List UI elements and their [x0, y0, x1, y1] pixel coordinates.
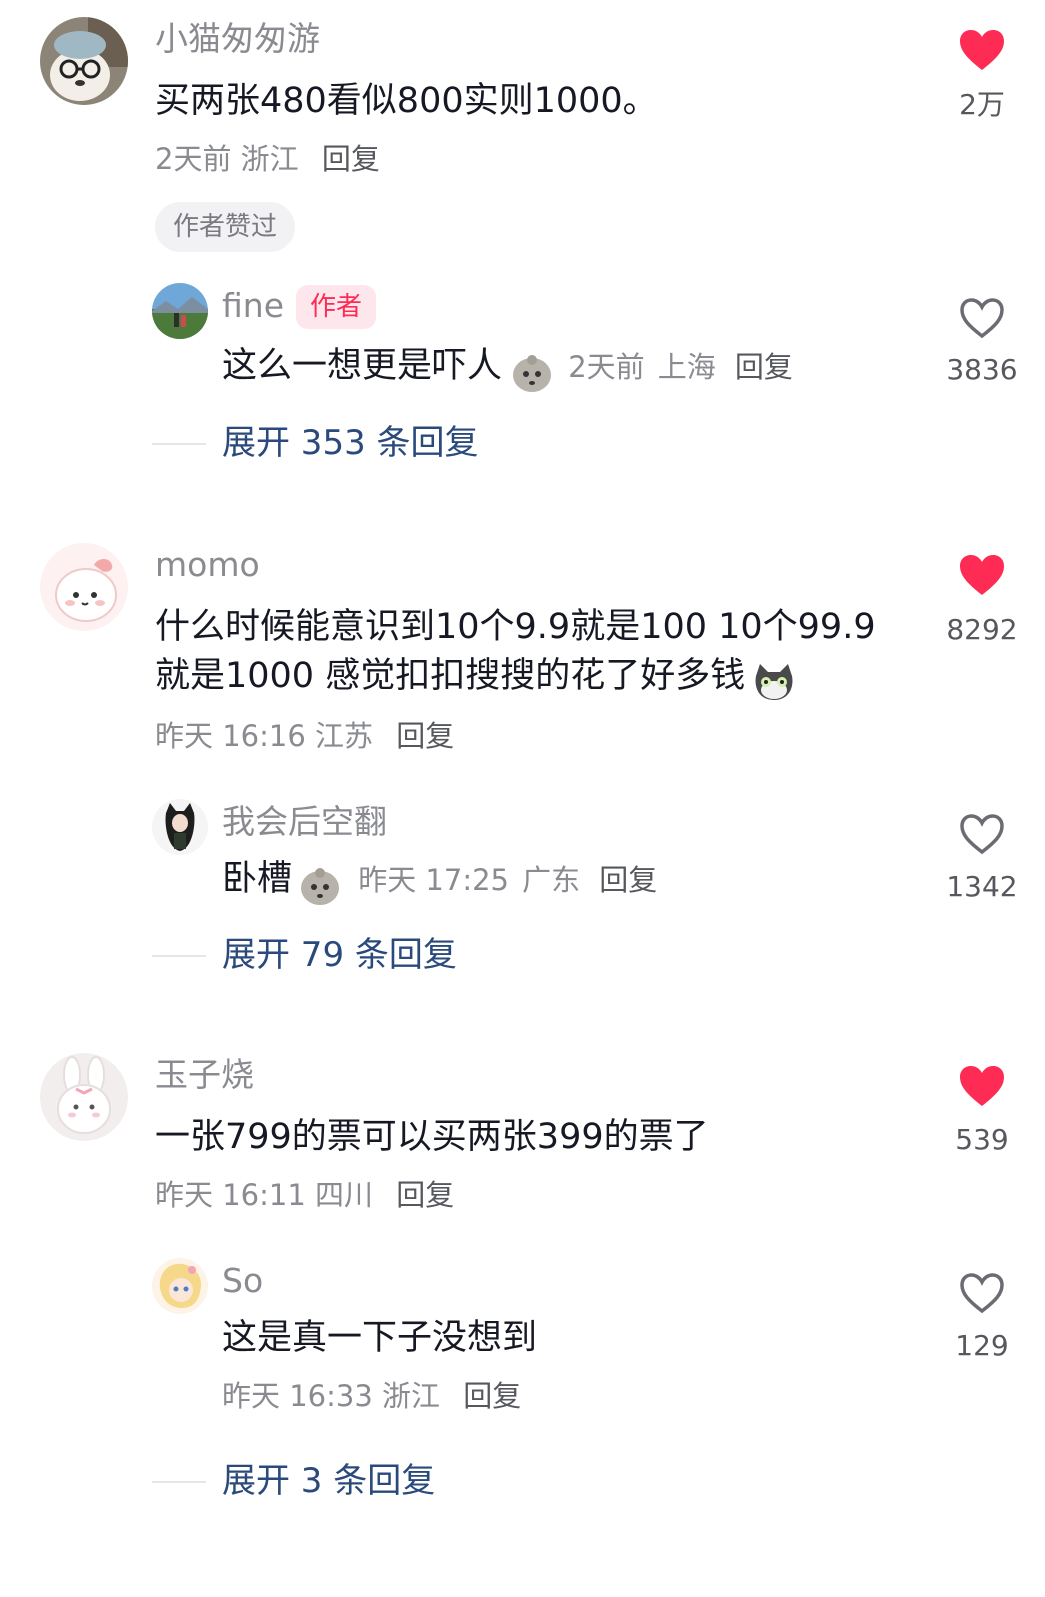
like-count: 8292 [946, 613, 1018, 646]
comment-text-line-1: 什么时候能意识到10个9.9就是100 10个99.9 [155, 607, 876, 647]
reply-time: 昨天 16:33 [222, 1379, 373, 1413]
comment-meta: 昨天 16:11 四川 回复 [155, 1181, 454, 1210]
like-heart-outline-icon[interactable] [958, 1271, 1006, 1315]
cat-face-emoji-icon [752, 662, 796, 704]
expand-divider [152, 955, 206, 957]
reply-username[interactable]: fine [222, 289, 284, 322]
bunny-avatar-icon [40, 1053, 128, 1141]
comment-location: 江苏 [315, 719, 374, 753]
comment-time: 昨天 16:11 [155, 1178, 306, 1212]
reply-button[interactable]: 回复 [599, 863, 657, 897]
reply-like-count: 3836 [946, 353, 1018, 386]
reply-like-count: 129 [955, 1329, 1009, 1362]
expand-divider [152, 1481, 206, 1483]
expand-replies-button[interactable]: 展开 3 条回复 [222, 1464, 435, 1498]
comment-time: 昨天 16:16 [155, 719, 306, 753]
expand-replies-button[interactable]: 展开 353 条回复 [222, 426, 479, 460]
reply-text: 这是真一下子没想到 [222, 1318, 538, 1358]
anime-girl-avatar-icon [152, 1258, 208, 1314]
reply-meta: 昨天 16:33 浙江 回复 [222, 1382, 521, 1411]
liked-by-author-badge: 作者赞过 [155, 202, 296, 252]
like-heart-icon[interactable] [958, 553, 1006, 597]
comment-meta: 2天前 浙江 回复 [155, 145, 380, 174]
reply-location: 广东 [522, 863, 581, 897]
reply-time: 昨天 17:25 [358, 863, 509, 897]
reply-like-count: 1342 [946, 870, 1018, 903]
comment-text-line-2: 就是1000 感觉扣扣搜搜的花了好多钱 [155, 656, 746, 696]
comment-text-line-2-row: 就是1000 感觉扣扣搜搜的花了好多钱 [155, 659, 796, 704]
like-heart-icon[interactable] [958, 28, 1006, 72]
comment-text: 买两张480看似800实则1000。 [155, 81, 658, 121]
like-count: 539 [955, 1123, 1009, 1156]
author-tag: 作者 [296, 285, 377, 329]
girl-cat-ears-avatar-icon [152, 799, 208, 855]
reply-button[interactable]: 回复 [396, 719, 454, 753]
dog-avatar-icon [40, 17, 128, 105]
avatar[interactable] [40, 543, 128, 631]
expand-divider [152, 443, 206, 445]
username[interactable]: 小猫匆匆游 [155, 22, 320, 55]
reply-button[interactable]: 回复 [396, 1178, 454, 1212]
expand-replies-button[interactable]: 展开 79 条回复 [222, 938, 457, 972]
reply-button[interactable]: 回复 [322, 142, 380, 176]
reply-location: 浙江 [382, 1379, 441, 1413]
scared-blob-emoji-icon [299, 866, 341, 906]
comment-meta: 昨天 16:16 江苏 回复 [155, 722, 454, 751]
comment-text: 一张799的票可以买两张399的票了 [155, 1117, 709, 1157]
reply-avatar[interactable] [152, 1258, 208, 1314]
username[interactable]: 玉子烧 [155, 1058, 254, 1091]
reply-time: 2天前 [568, 350, 645, 384]
like-count: 2万 [959, 88, 1005, 121]
comment-time: 2天前 [155, 142, 232, 176]
like-heart-outline-icon[interactable] [958, 812, 1006, 856]
username[interactable]: momo [155, 548, 260, 581]
reply-text: 这么一想更是吓人 [222, 346, 503, 386]
reply-line: 卧槽 昨天 17:25 广东 回复 [222, 862, 657, 906]
like-heart-outline-icon[interactable] [958, 296, 1006, 340]
landscape-avatar-icon [152, 283, 208, 339]
reply-button[interactable]: 回复 [463, 1379, 521, 1413]
reply-text: 卧槽 [222, 859, 293, 899]
reply-line: 这么一想更是吓人 2天前 上海 回复 [222, 349, 793, 393]
comment-location: 四川 [315, 1178, 374, 1212]
avatar[interactable] [40, 1053, 128, 1141]
comment-location: 浙江 [240, 142, 299, 176]
reply-username[interactable]: 我会后空翻 [222, 805, 387, 838]
scared-blob-emoji-icon [511, 353, 553, 393]
reply-username[interactable]: So [222, 1264, 263, 1297]
pink-cartoon-avatar-icon [40, 543, 128, 631]
avatar[interactable] [40, 17, 128, 105]
reply-avatar[interactable] [152, 799, 208, 855]
reply-avatar[interactable] [152, 283, 208, 339]
reply-button[interactable]: 回复 [735, 350, 793, 384]
like-heart-icon[interactable] [958, 1064, 1006, 1108]
reply-location: 上海 [657, 350, 716, 384]
